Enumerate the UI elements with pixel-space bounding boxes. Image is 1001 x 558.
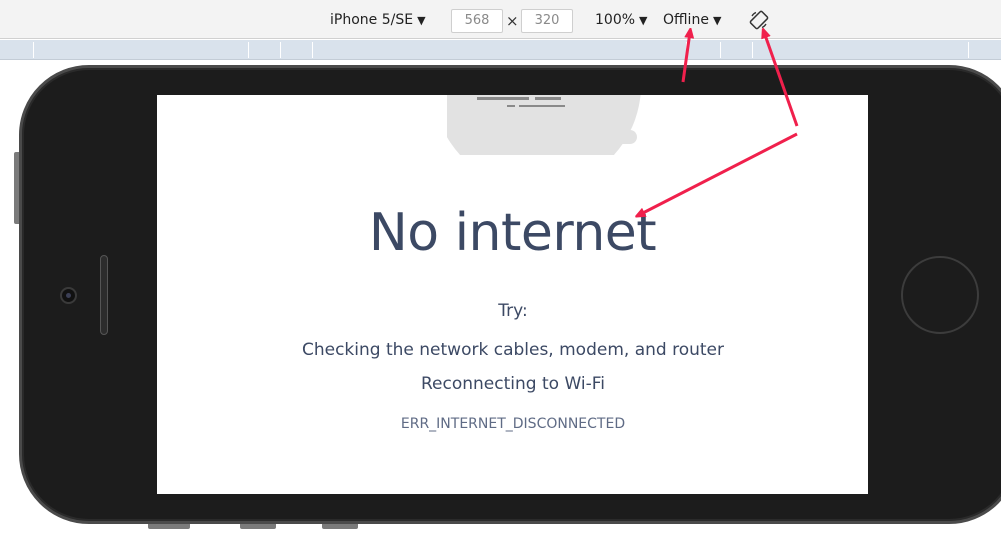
device-select-label: iPhone 5/SE: [330, 12, 414, 28]
device-select[interactable]: iPhone 5/SE ▼: [330, 10, 426, 30]
ruler-tick: [248, 42, 249, 58]
device-viewport[interactable]: No internet Try: Checking the network ca…: [157, 95, 868, 494]
try-label: Try:: [498, 301, 528, 321]
no-connection-cloud-icon: [447, 95, 641, 155]
height-input[interactable]: 320: [521, 9, 573, 33]
phone-speaker: [100, 255, 108, 335]
suggestion-item: Reconnecting to Wi-Fi: [421, 374, 605, 394]
ruler-tick: [312, 42, 313, 58]
suggestion-item: Checking the network cables, modem, and …: [301, 340, 724, 360]
chevron-down-icon: ▼: [639, 14, 648, 27]
dimension-separator: ×: [506, 12, 519, 30]
ruler-tick: [752, 42, 753, 58]
ruler-tick: [33, 42, 34, 58]
network-throttling-label: Offline: [663, 12, 709, 28]
network-throttling-select[interactable]: Offline ▼: [663, 10, 721, 30]
rotate-icon: [749, 10, 769, 30]
chevron-down-icon: ▼: [417, 14, 426, 27]
zoom-select-label: 100%: [595, 12, 636, 28]
device-toolbar: iPhone 5/SE ▼ 568 × 320 100% ▼ Offline ▼: [0, 0, 1001, 39]
home-button[interactable]: [901, 256, 979, 334]
media-query-ruler[interactable]: [0, 40, 1001, 60]
phone-camera: [60, 287, 77, 304]
width-input[interactable]: 568: [451, 9, 503, 33]
page-title: No internet: [368, 203, 657, 263]
zoom-select[interactable]: 100% ▼: [595, 10, 648, 30]
ruler-tick: [720, 42, 721, 58]
ruler-tick: [686, 42, 687, 58]
ruler-tick: [280, 42, 281, 58]
chevron-down-icon: ▼: [712, 14, 722, 27]
error-code: ERR_INTERNET_DISCONNECTED: [400, 416, 626, 432]
ruler-tick: [968, 42, 969, 58]
rotate-button[interactable]: [749, 10, 769, 30]
